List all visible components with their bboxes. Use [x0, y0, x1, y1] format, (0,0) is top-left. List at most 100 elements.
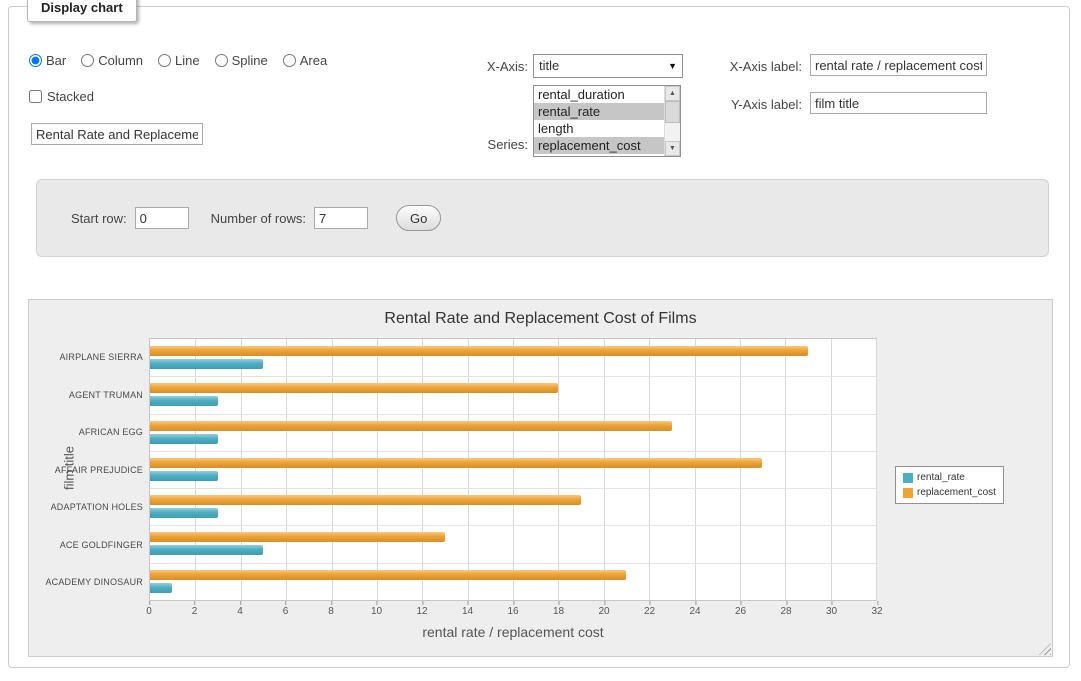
- stacked-checkbox[interactable]: [29, 90, 42, 103]
- series-option-rental_duration[interactable]: rental_duration: [534, 86, 680, 103]
- gridline: [286, 339, 287, 600]
- chart-type-radio-line[interactable]: [158, 54, 171, 67]
- bar-replacement_cost: [150, 383, 558, 393]
- x-tick-label: 8: [328, 606, 334, 617]
- y-axis-label-input[interactable]: [810, 92, 987, 114]
- gridline: [604, 339, 605, 600]
- x-axis-select-label: X-Axis:: [433, 59, 528, 74]
- gridline: [195, 339, 196, 600]
- gridline: [150, 451, 876, 452]
- legend-item-replacement_cost[interactable]: replacement_cost: [903, 487, 996, 498]
- series-listbox[interactable]: ▲ ▼ rental_durationrental_ratelengthrepl…: [533, 85, 681, 157]
- x-axis-select[interactable]: title ▼: [533, 54, 683, 78]
- bar-replacement_cost: [150, 532, 445, 542]
- x-tick-label: 32: [871, 606, 882, 617]
- chart-type-line[interactable]: Line: [158, 53, 200, 68]
- display-chart-panel: Display chart BarColumnLineSplineArea St…: [8, 6, 1070, 668]
- gridline: [468, 339, 469, 600]
- gridline: [513, 339, 514, 600]
- series-select-label: Series:: [433, 137, 528, 152]
- chart-legend: rental_rate replacement_cost: [895, 466, 1004, 504]
- gridline: [785, 339, 786, 600]
- gridline: [150, 525, 876, 526]
- chart-title-input[interactable]: [31, 123, 203, 145]
- legend-item-rental_rate[interactable]: rental_rate: [903, 472, 996, 483]
- legend-label: replacement_cost: [917, 487, 996, 498]
- gridline: [876, 339, 877, 600]
- legend-swatch-icon: [903, 473, 913, 483]
- chart-container: Rental Rate and Replacement Cost of Film…: [28, 299, 1053, 657]
- dropdown-arrow-icon[interactable]: ▼: [668, 55, 677, 77]
- chart-type-radio-spline[interactable]: [215, 54, 228, 67]
- start-row-input[interactable]: [135, 207, 189, 229]
- x-tick-label: 16: [507, 606, 518, 617]
- category-label: ADAPTATION HOLES: [29, 502, 143, 512]
- category-label: AIRPLANE SIERRA: [29, 352, 143, 362]
- bar-rental_rate: [150, 359, 263, 369]
- chart-type-radio-bar[interactable]: [29, 54, 42, 67]
- x-tick-label: 4: [237, 606, 243, 617]
- chart-type-radio-column[interactable]: [81, 54, 94, 67]
- chart-type-group: Bar Column Line Spline Area: [29, 53, 327, 68]
- bar-rental_rate: [150, 434, 218, 444]
- category-label: AFRICAN EGG: [29, 427, 143, 437]
- scroll-up-icon[interactable]: ▲: [665, 86, 680, 101]
- scrollbar-thumb[interactable]: [665, 101, 680, 123]
- category-label: AGENT TRUMAN: [29, 390, 143, 400]
- category-label: ACADEMY DINOSAUR: [29, 577, 143, 587]
- x-tick-label: 20: [598, 606, 609, 617]
- bar-replacement_cost: [150, 495, 581, 505]
- stacked-option[interactable]: Stacked: [29, 89, 94, 104]
- scroll-down-icon[interactable]: ▼: [665, 141, 680, 156]
- x-axis-field-label: X-Axis label:: [702, 59, 802, 74]
- x-axis-label-input[interactable]: [810, 54, 987, 76]
- chart-type-column[interactable]: Column: [81, 53, 143, 68]
- gridline: [649, 339, 650, 600]
- x-tick-label: 6: [283, 606, 289, 617]
- bar-rental_rate: [150, 508, 218, 518]
- legend-swatch-icon: [903, 488, 913, 498]
- series-option-replacement_cost[interactable]: replacement_cost: [534, 137, 680, 154]
- go-button[interactable]: Go: [396, 205, 441, 231]
- series-option-length[interactable]: length: [534, 120, 680, 137]
- x-tick-label: 14: [462, 606, 473, 617]
- category-label: ACE GOLDFINGER: [29, 540, 143, 550]
- gridline: [831, 339, 832, 600]
- stacked-label: Stacked: [47, 89, 94, 104]
- x-tick-label: 18: [553, 606, 564, 617]
- chart-type-area[interactable]: Area: [283, 53, 327, 68]
- x-tick-label: 26: [735, 606, 746, 617]
- series-option-rental_rate[interactable]: rental_rate: [534, 103, 680, 120]
- x-tick-label: 28: [780, 606, 791, 617]
- bar-rental_rate: [150, 545, 263, 555]
- category-label: AFFAIR PREJUDICE: [29, 465, 143, 475]
- x-tick-label: 12: [416, 606, 427, 617]
- bar-rental_rate: [150, 396, 218, 406]
- gridline: [150, 488, 876, 489]
- x-tick-label: 10: [371, 606, 382, 617]
- bar-replacement_cost: [150, 570, 626, 580]
- chart-title: Rental Rate and Replacement Cost of Film…: [29, 310, 1052, 328]
- chart-type-text: Line: [175, 53, 200, 68]
- rows-control-panel: Start row: Number of rows: Go: [36, 179, 1049, 257]
- x-tick-label: 0: [146, 606, 152, 617]
- bar-replacement_cost: [150, 458, 762, 468]
- chart-type-text: Area: [300, 53, 327, 68]
- chart-type-spline[interactable]: Spline: [215, 53, 268, 68]
- gridline: [558, 339, 559, 600]
- listbox-scrollbar[interactable]: ▲ ▼: [664, 86, 680, 156]
- chart-type-bar[interactable]: Bar: [29, 53, 66, 68]
- number-of-rows-label: Number of rows:: [211, 211, 306, 226]
- chart-type-text: Column: [98, 53, 143, 68]
- bar-rental_rate: [150, 471, 218, 481]
- resize-handle-icon[interactable]: [1039, 643, 1051, 655]
- chart-type-radio-area[interactable]: [283, 54, 296, 67]
- x-tick-label: 30: [826, 606, 837, 617]
- bar-rental_rate: [150, 583, 172, 593]
- x-tick-label: 24: [689, 606, 700, 617]
- gridline: [695, 339, 696, 600]
- chart-type-text: Spline: [232, 53, 268, 68]
- number-of-rows-input[interactable]: [314, 207, 368, 229]
- legend-label: rental_rate: [917, 472, 965, 483]
- gridline: [150, 563, 876, 564]
